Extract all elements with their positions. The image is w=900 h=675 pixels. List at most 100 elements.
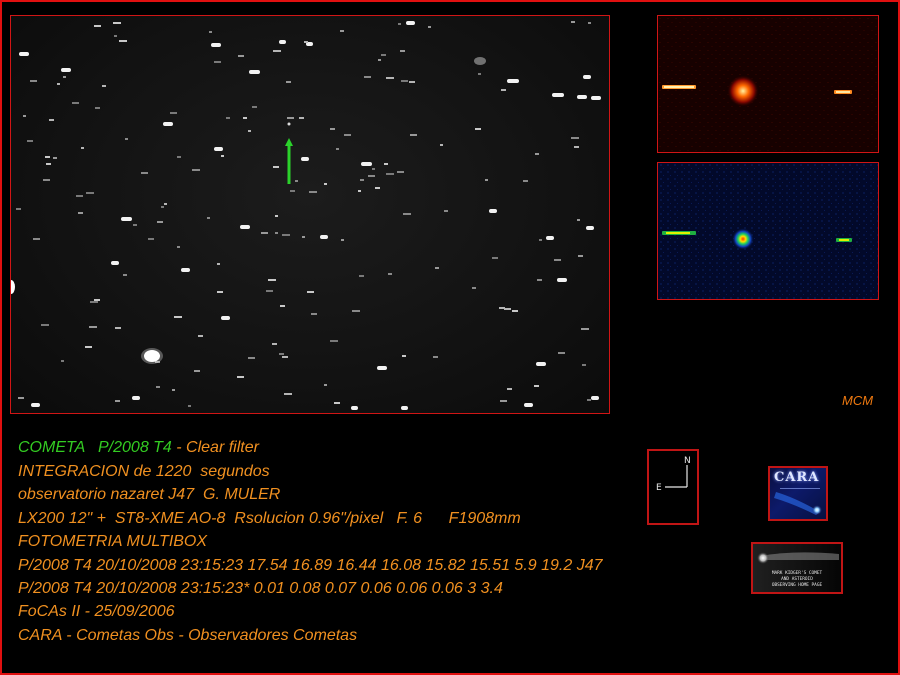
comet-nucleus-red (727, 75, 759, 107)
faint-star-121 (428, 26, 431, 28)
faint-star-97 (375, 187, 380, 189)
caption-line-4: LX200 12" + ST8-XME AO-8 Rsolucion 0.96"… (18, 510, 521, 527)
faint-star-21 (141, 172, 148, 174)
bright-star-20 (181, 268, 190, 272)
faint-star-109 (217, 263, 220, 265)
faint-star-69 (578, 255, 583, 257)
faint-star-7 (261, 232, 268, 234)
faint-star-126 (571, 21, 575, 23)
main-star-field-image (10, 15, 610, 414)
faint-star-149 (85, 346, 92, 348)
faint-star-58 (282, 234, 290, 236)
faint-star-37 (61, 360, 64, 362)
faint-star-74 (279, 353, 284, 355)
faint-star-19 (558, 352, 565, 354)
bright-star-26 (351, 406, 358, 410)
faint-star-44 (334, 402, 340, 404)
faint-star-89 (23, 115, 26, 117)
bright-star-1 (61, 68, 71, 72)
star-trail-core-right-red (836, 91, 850, 93)
faint-star-53 (194, 370, 200, 372)
faint-star-132 (290, 190, 295, 192)
cara-link-banner[interactable]: CARA (768, 466, 828, 521)
faint-star-8 (115, 400, 120, 402)
bright-star-0 (19, 52, 29, 56)
faint-star-16 (272, 343, 277, 345)
blue-false-color-image (657, 162, 879, 300)
star-trail-core-right-blue (839, 239, 849, 241)
faint-star-61 (330, 128, 335, 130)
bright-star-17 (320, 235, 328, 239)
faint-star-82 (378, 59, 381, 61)
faint-star-14 (43, 179, 50, 181)
faint-star-28 (114, 35, 117, 37)
caption-line-3: observatorio nazaret J47 G. MULER (18, 486, 281, 503)
faint-star-17 (170, 112, 177, 114)
comet-nucleus (287, 122, 291, 126)
faint-star-131 (41, 324, 49, 326)
faint-star-98 (78, 212, 83, 214)
faint-star-5 (119, 40, 127, 42)
faint-star-76 (45, 156, 50, 158)
faint-star-77 (492, 257, 498, 259)
faint-star-47 (309, 191, 317, 193)
comet-filter: - Clear filter (171, 439, 259, 456)
bright-star-14 (361, 162, 372, 166)
faint-star-107 (523, 180, 528, 182)
faint-star-26 (30, 80, 37, 82)
faint-star-102 (440, 144, 443, 146)
faint-star-92 (63, 76, 66, 78)
faint-star-56 (299, 117, 304, 119)
faint-star-142 (433, 356, 438, 358)
bright-star-27 (401, 406, 408, 410)
compass-arrows-icon: N E (656, 456, 691, 493)
faint-star-43 (307, 291, 314, 293)
bright-star-9 (577, 95, 587, 99)
faint-star-65 (94, 299, 100, 301)
faint-star-6 (86, 192, 94, 194)
caption-line-5: FOTOMETRIA MULTIBOX (18, 533, 208, 550)
faint-star-39 (273, 166, 279, 168)
bright-star-11 (591, 96, 601, 100)
faint-star-85 (512, 310, 518, 312)
caption-line-1: COMETA P/2008 T4 - Clear filter (18, 440, 259, 456)
faint-star-86 (27, 140, 33, 142)
faint-star-57 (209, 31, 212, 33)
bright-star-22 (377, 366, 387, 370)
faint-star-106 (192, 169, 200, 171)
faint-star-63 (534, 385, 539, 387)
faint-star-60 (90, 301, 98, 303)
faint-star-12 (368, 175, 375, 177)
faint-star-127 (500, 400, 507, 402)
faint-star-75 (535, 153, 539, 155)
faint-star-66 (177, 156, 181, 158)
mark-kidger-link-banner[interactable]: MARK KIDGER'S COMET AND ASTEROID OBSERVI… (751, 542, 843, 594)
comet-nucleus-blue (732, 228, 754, 250)
faint-star-20 (340, 30, 344, 32)
faint-star-111 (18, 397, 24, 399)
bright-star-31 (221, 316, 230, 320)
faint-star-13 (95, 107, 100, 109)
faint-star-122 (311, 313, 317, 315)
bright-star-10 (583, 75, 591, 79)
bright-star-30 (111, 261, 119, 265)
faint-star-73 (237, 376, 244, 378)
bright-star-24 (31, 403, 40, 407)
bright-star-4 (279, 40, 286, 44)
faint-star-22 (172, 389, 175, 391)
star-field (11, 21, 601, 410)
faint-star-40 (324, 183, 327, 185)
faint-star-84 (113, 22, 121, 24)
bright-star-8 (552, 93, 564, 97)
faint-star-72 (372, 168, 375, 170)
caption-line-8: FoCAs II - 25/09/2006 (18, 603, 175, 620)
faint-star-147 (475, 128, 481, 130)
faint-star-59 (252, 106, 257, 108)
faint-star-35 (280, 305, 285, 307)
bright-star-3 (249, 70, 260, 74)
faint-star-36 (435, 267, 439, 269)
faint-star-70 (341, 239, 344, 241)
faint-star-3 (400, 50, 405, 52)
red-comet-closeup (658, 16, 878, 152)
faint-star-64 (485, 179, 488, 181)
